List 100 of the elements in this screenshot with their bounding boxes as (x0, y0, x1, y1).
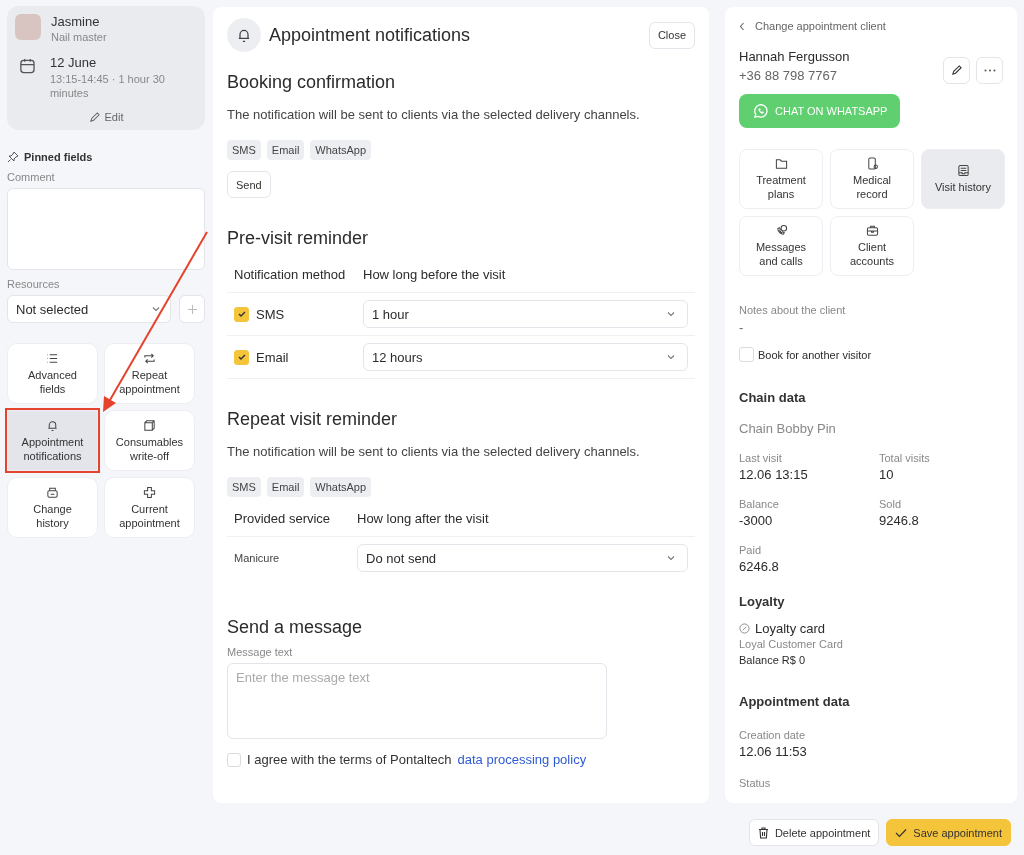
list-icon (46, 351, 59, 365)
client-tile[interactable]: Visit history (921, 149, 1005, 209)
method-label: SMS (256, 306, 285, 322)
stat-value: 12.06 13:15 (739, 467, 809, 482)
section-heading: Loyalty (739, 594, 786, 609)
action-tile[interactable]: Advanced fields (7, 343, 98, 404)
delete-button[interactable]: Delete appointment (748, 819, 880, 846)
client-name: Hannah Fergusson (739, 49, 850, 64)
checkbox[interactable] (739, 347, 754, 362)
back-icon[interactable] (739, 21, 745, 31)
calendar-icon (19, 57, 36, 75)
stat-label: Paid (739, 544, 763, 556)
repeat-icon (143, 351, 156, 365)
stat-label: Sold (879, 498, 903, 510)
checkbox[interactable] (234, 349, 249, 365)
bell-icon (46, 418, 59, 432)
staff-role: Nail master (51, 31, 107, 43)
resources-dropdown[interactable]: Not selected (7, 295, 171, 323)
column-header: Notification method (234, 267, 347, 282)
time-dropdown[interactable]: Do not send (357, 544, 688, 572)
time-dropdown[interactable]: 1 hour (363, 300, 688, 328)
pin-icon (7, 151, 19, 163)
description-text: The notification will be sent to clients via the selected delivery channels. (227, 444, 641, 459)
loyalty-card-name: Loyal Customer Card (739, 638, 844, 650)
send-button[interactable]: Send (227, 171, 271, 198)
section-heading: Send a message (227, 617, 364, 638)
service-name: Manicure (234, 552, 281, 564)
section-heading: Appointment data (739, 694, 851, 709)
box-icon (46, 485, 59, 499)
stat-label: Last visit (739, 452, 783, 464)
appointment-time: 13:15-14:45 · 1 hour 30 minutes (49, 72, 166, 100)
stat-value: 6246.8 (739, 559, 780, 574)
client-tile[interactable]: Client accounts (830, 216, 914, 276)
client-tile[interactable]: Treatment plans (739, 149, 823, 209)
resources-label: Resources (7, 278, 61, 290)
creation-date-label: Creation date (739, 729, 807, 741)
checkbox[interactable] (234, 306, 249, 322)
briefcase-icon (865, 224, 879, 237)
checkbox[interactable] (227, 752, 241, 767)
panel-title: Appointment notifications (269, 24, 472, 46)
time-dropdown[interactable]: 12 hours (363, 343, 688, 371)
more-icon[interactable] (976, 57, 1003, 84)
appointment-date: 12 June (49, 55, 98, 70)
message-field[interactable]: Enter the message text (227, 663, 607, 739)
channel-tag: Email (266, 140, 305, 160)
section-heading: Booking confirmation (227, 72, 397, 93)
channel-tag: WhatsApp (310, 140, 372, 160)
change-client-link[interactable]: Change appointment client (755, 20, 886, 32)
chevron-down-icon (152, 306, 160, 312)
agreement-text: I agree with the terms of Pontaltech (247, 752, 452, 767)
action-tile[interactable]: Current appointment (104, 477, 195, 538)
close-button[interactable]: Close (648, 21, 695, 49)
add-button[interactable] (179, 295, 205, 323)
action-tile[interactable]: Consumables write-off (104, 410, 195, 471)
folder-icon (774, 157, 788, 170)
edit-icon[interactable] (943, 57, 970, 84)
photo-placeholder (15, 14, 41, 40)
loyalty-balance: Balance R$ 0 (739, 654, 807, 666)
column-header: Provided service (234, 511, 332, 526)
channel-tag: SMS (227, 477, 261, 497)
comment-label: Comment (7, 171, 56, 183)
pencil-icon (88, 111, 100, 123)
chain-name: Chain Bobby Pin (739, 421, 837, 436)
section-heading: Pre-visit reminder (227, 228, 370, 249)
column-header: How long before the visit (363, 267, 506, 282)
channel-tag: SMS (227, 140, 261, 160)
edit-button[interactable]: Edit (82, 110, 130, 124)
save-button[interactable]: Save appointment (886, 819, 1011, 846)
stat-value: 10 (879, 467, 895, 482)
client-tile[interactable]: Medical record (830, 149, 914, 209)
description-text: The notification will be sent to clients via the selected delivery channels. (227, 107, 641, 122)
action-tile[interactable]: Change history (7, 477, 98, 538)
status-label: Status (739, 777, 772, 789)
comment-field[interactable] (7, 188, 205, 270)
badge-icon (739, 623, 750, 634)
column-header: How long after the visit (357, 511, 489, 526)
trash-icon (757, 826, 769, 839)
stat-value: -3000 (739, 513, 774, 528)
staff-name: Jasmine (51, 14, 101, 29)
phone-call-icon (774, 224, 788, 237)
action-tile[interactable]: Repeat appointment (104, 343, 195, 404)
client-phone: +36 88 798 7767 (739, 68, 838, 83)
channel-tag: Email (266, 477, 305, 497)
method-label: Email (256, 349, 289, 365)
check-icon (236, 352, 247, 362)
client-tile[interactable]: Messages and calls (739, 216, 823, 276)
stat-value: 9246.8 (879, 513, 920, 528)
action-tile[interactable]: Appointment notifications (7, 410, 98, 471)
channel-tag: WhatsApp (310, 477, 372, 497)
check-icon (236, 309, 247, 319)
policy-link[interactable]: data processing policy (457, 752, 587, 767)
chevron-down-icon (667, 354, 675, 360)
notes-value: - (739, 320, 745, 335)
section-heading: Repeat visit reminder (227, 409, 399, 430)
chat-bubble-icon (752, 102, 769, 120)
loyalty-card-title: Loyalty card (755, 621, 826, 636)
document-icon (956, 164, 970, 177)
check-icon (895, 827, 908, 838)
creation-date-value: 12.06 11:53 (739, 744, 808, 759)
stat-label: Balance (739, 498, 780, 510)
